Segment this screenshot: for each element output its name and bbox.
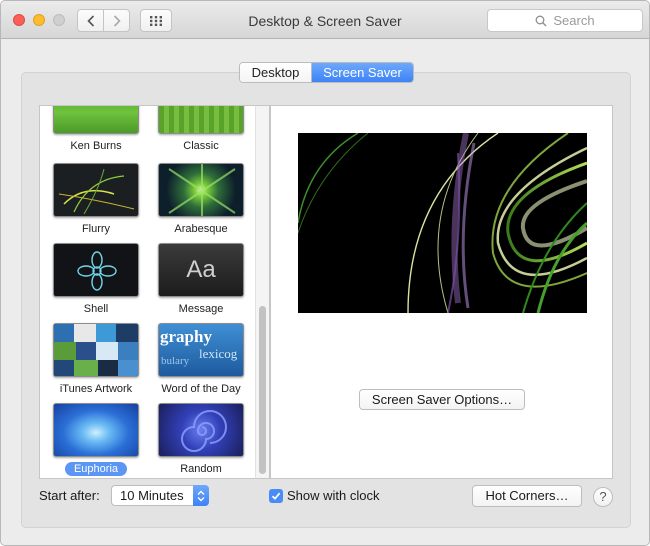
checkmark-icon: [271, 492, 281, 500]
shell-thumbnail: [53, 243, 139, 297]
saver-label: Classic: [183, 140, 219, 152]
random-thumbnail: [158, 403, 244, 457]
search-icon: [535, 15, 547, 26]
preferences-window: Desktop & Screen Saver Search Desktop Sc…: [0, 0, 650, 546]
start-after-select[interactable]: 10 Minutes: [111, 485, 209, 506]
word-thumb-text: graphy: [160, 327, 212, 346]
preview-panel: [270, 105, 613, 479]
start-after-value: 10 Minutes: [120, 488, 184, 503]
ken-burns-thumbnail: [53, 106, 139, 134]
list-scrollbar[interactable]: [255, 105, 270, 479]
flurry-thumbnail: [53, 163, 139, 217]
search-placeholder: Search: [553, 13, 595, 28]
title-bar: Desktop & Screen Saver Search: [1, 1, 649, 39]
message-thumbnail: Aa: [158, 243, 244, 297]
segmented-tabs: Desktop Screen Saver: [239, 62, 414, 83]
euphoria-thumbnail: [53, 403, 139, 457]
screen-saver-list[interactable]: Ken Burns Classic Flurry Arabesque Shell…: [39, 105, 270, 479]
saver-label: Arabesque: [174, 223, 228, 235]
screen-saver-preview: [298, 133, 587, 313]
word-of-the-day-thumbnail: graphy lexicog bulary: [158, 323, 244, 377]
saver-label: Random: [180, 463, 222, 475]
screen-saver-options-button[interactable]: Screen Saver Options…: [359, 389, 525, 410]
start-after-label: Start after:: [39, 488, 100, 503]
classic-thumbnail: [158, 106, 244, 134]
scrollbar-thumb[interactable]: [259, 306, 266, 474]
word-thumb-text-2: lexicog: [199, 346, 238, 361]
saver-label: Word of the Day: [161, 383, 241, 395]
arabesque-thumbnail: [158, 163, 244, 217]
message-thumb-text: Aa: [186, 256, 216, 283]
tab-screen-saver[interactable]: Screen Saver: [312, 63, 413, 82]
saver-label: Message: [178, 303, 224, 315]
chevron-updown-icon: [193, 485, 209, 506]
show-with-clock-label[interactable]: Show with clock: [287, 488, 379, 503]
word-thumb-text-3: bulary: [161, 355, 190, 367]
hot-corners-button[interactable]: Hot Corners…: [472, 485, 582, 507]
show-with-clock-checkbox[interactable]: [269, 489, 283, 503]
help-button[interactable]: ?: [593, 487, 613, 507]
tab-desktop[interactable]: Desktop: [240, 63, 312, 82]
search-field[interactable]: Search: [487, 9, 643, 32]
itunes-artwork-thumbnail: [53, 323, 139, 377]
